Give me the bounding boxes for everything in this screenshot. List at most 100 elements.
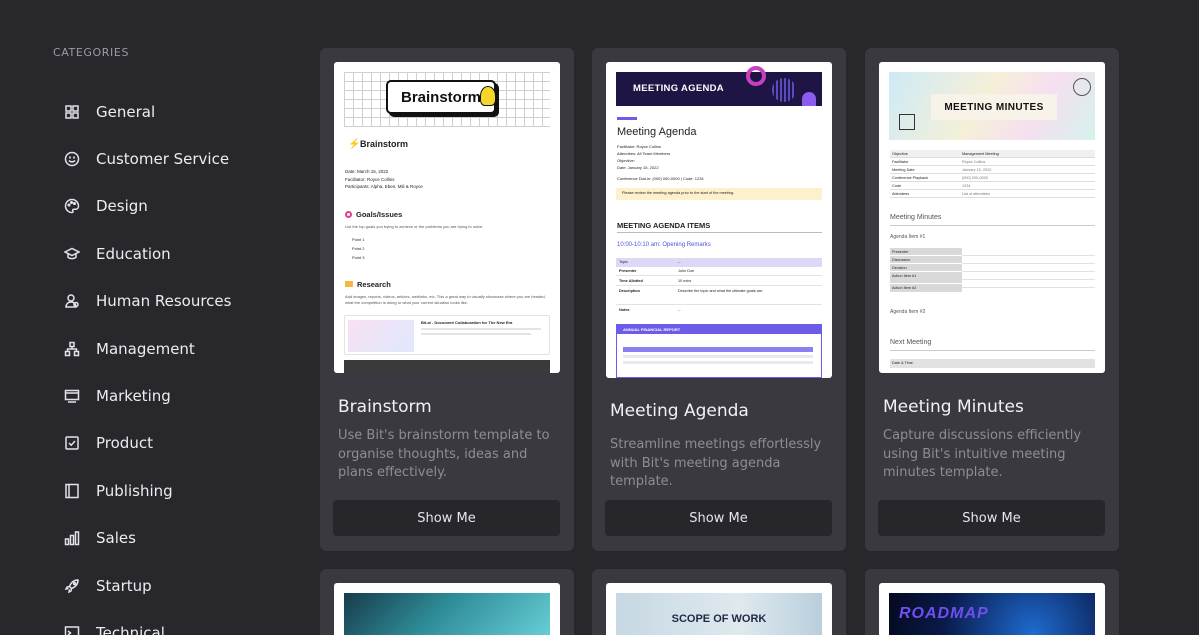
template-card-scope-of-work: SCOPE OF WORK (592, 569, 846, 635)
table-row: Conference Playback (000) 000-0000 (890, 174, 1095, 182)
table-cell: Meeting Date (892, 167, 915, 172)
sidebar-item-technical[interactable]: Technical (53, 609, 293, 635)
preview-note-text: Please review the meeting agenda prior t… (622, 191, 735, 195)
book-icon (64, 483, 80, 499)
preview-meta-facilitator: Facilitator: Royce Collins (617, 144, 662, 149)
table-row: Action Item #2 (890, 284, 962, 292)
table-grid-right (962, 248, 1095, 292)
template-preview-meeting-minutes[interactable]: MEETING MINUTES Objective Management Meet… (879, 62, 1105, 373)
sidebar-item-label: Education (96, 244, 171, 263)
table-row: Presenter John Doe (616, 267, 822, 276)
research-icon (345, 281, 353, 287)
table-cell: -- (678, 260, 681, 264)
report-header: ANNUAL FINANCIAL REPORT (617, 325, 821, 334)
table-row: Notes -- (616, 306, 822, 315)
preview-point-1: Point 1 (352, 237, 365, 242)
sidebar-item-publishing[interactable]: Publishing (53, 467, 293, 514)
sidebar-item-general[interactable]: General (53, 88, 293, 135)
show-me-button[interactable]: Show Me (333, 500, 560, 536)
sidebar-item-label: Sales (96, 529, 136, 548)
table-row: Presenter (890, 248, 962, 256)
table-row: Topic -- (616, 258, 822, 267)
template-preview-meeting-agenda[interactable]: MEETING AGENDA Meeting Agenda Facilitato… (606, 62, 832, 378)
sidebar-item-management[interactable]: Management (53, 325, 293, 372)
grid-icon (64, 104, 80, 120)
preview-banner: MEETING MINUTES (889, 72, 1095, 140)
table-row: Description Describe the topic and what … (616, 287, 822, 305)
preview-section-minutes: Meeting Minutes (890, 214, 942, 221)
preview-section-research-text: Add images, reports, videos, articles, w… (345, 294, 549, 305)
sidebar-item-customer-service[interactable]: Customer Service (53, 135, 293, 182)
target-icon (345, 211, 352, 218)
table-cell: 1234 (962, 183, 971, 188)
preview-section-goals-text: List the top goals you trying to achieve… (345, 224, 484, 229)
preview-note: Please review the meeting agenda prior t… (616, 188, 822, 200)
sidebar-item-label: Human Resources (96, 292, 232, 311)
show-me-button[interactable]: Show Me (605, 500, 832, 536)
sidebar-item-label: Design (96, 197, 148, 216)
sidebar-item-label: Product (96, 434, 153, 453)
bar-chart-icon (64, 530, 80, 546)
sidebar-item-startup[interactable]: Startup (53, 562, 293, 609)
preview-agenda-item-1: Agenda Item #1 (890, 234, 926, 240)
preview-meta-facilitator: Facilitator: Royce Collins (345, 177, 395, 182)
embed-line-2 (421, 333, 531, 335)
template-card-brainstorm: Brainstorm ⚡ Brainstorm Date: March 15, … (320, 48, 574, 551)
table-row: Time Allotted 10 mins (616, 277, 822, 286)
table-cell: Description (619, 289, 640, 293)
table-row: Action Item #1 (890, 272, 962, 284)
table-cell: Presenter (892, 249, 909, 254)
table-cell: January 15, 2022 (962, 167, 992, 172)
graduation-cap-icon (64, 246, 80, 262)
preview-heading: Meeting Agenda (617, 126, 697, 138)
preview-meta-dialin: Conference Dial-in: (000) 000-0000 | Cod… (617, 176, 704, 181)
preview-banner-text: SCOPE OF WORK (671, 613, 767, 625)
sidebar-item-design[interactable]: Design (53, 183, 293, 230)
checkbox-icon (64, 435, 80, 451)
sidebar-item-label: General (96, 102, 156, 121)
show-me-button[interactable]: Show Me (878, 500, 1105, 536)
preview-banner-text: MEETING AGENDA (633, 83, 724, 94)
table-row: Discussion (890, 256, 962, 264)
table-cell: Action Item #1 (892, 273, 917, 278)
sidebar-item-sales[interactable]: Sales (53, 515, 293, 562)
template-preview-brainstorm[interactable]: Brainstorm ⚡ Brainstorm Date: March 15, … (334, 62, 560, 373)
preview-video-bar (344, 360, 550, 373)
template-preview-partial[interactable] (334, 583, 560, 635)
template-preview-roadmap[interactable]: ROADMAP (879, 583, 1105, 635)
sidebar-item-education[interactable]: Education (53, 230, 293, 277)
table-cell: Topic (619, 260, 628, 264)
table-row: Meeting Date January 15, 2022 (890, 166, 1095, 174)
table-cell: Discussion (892, 257, 911, 262)
table-cell: Presenter (619, 269, 637, 273)
card-description: Capture discussions efficiently using Bi… (883, 428, 1082, 480)
section-underline (890, 225, 1095, 226)
monitor-icon (64, 388, 80, 404)
lightbulb-icon (480, 86, 496, 106)
template-preview-scope-of-work[interactable]: SCOPE OF WORK (606, 583, 832, 635)
sidebar-item-label: Startup (96, 576, 152, 595)
table-cell: (000) 000-0000 (962, 175, 988, 180)
table-cell: -- (678, 308, 681, 312)
preview-point-3: Point 3 (352, 255, 365, 260)
preview-meta-date: Date: January 15, 2022 (617, 165, 659, 170)
card-description: Use Bit's brainstorm template to organis… (338, 428, 550, 480)
palette-icon (64, 198, 80, 214)
report-row (623, 347, 813, 352)
sidebar-item-human-resources[interactable]: Human Resources (53, 278, 293, 325)
report-title: ANNUAL FINANCIAL REPORT (623, 327, 681, 332)
banner-stripes-shape (772, 78, 796, 102)
section-underline (890, 350, 1095, 351)
preview-section-research: Research (357, 280, 391, 289)
table-row: Date & Time (890, 359, 1095, 368)
categories-sidebar: CATEGORIES General Customer Service Desi… (53, 44, 293, 635)
card-description: Streamline meetings effortlessly with Bi… (610, 437, 822, 489)
table-cell: Notes (619, 308, 630, 312)
preview-banner-text: Brainstorm (400, 88, 482, 106)
sidebar-item-marketing[interactable]: Marketing (53, 372, 293, 419)
card-title: Meeting Minutes (883, 397, 1024, 417)
table-cell: John Doe (678, 269, 695, 273)
table-cell: Conference Playback (892, 175, 929, 180)
preview-meta-attendees: Attendees: All Team Members (617, 151, 671, 156)
sidebar-item-product[interactable]: Product (53, 420, 293, 467)
